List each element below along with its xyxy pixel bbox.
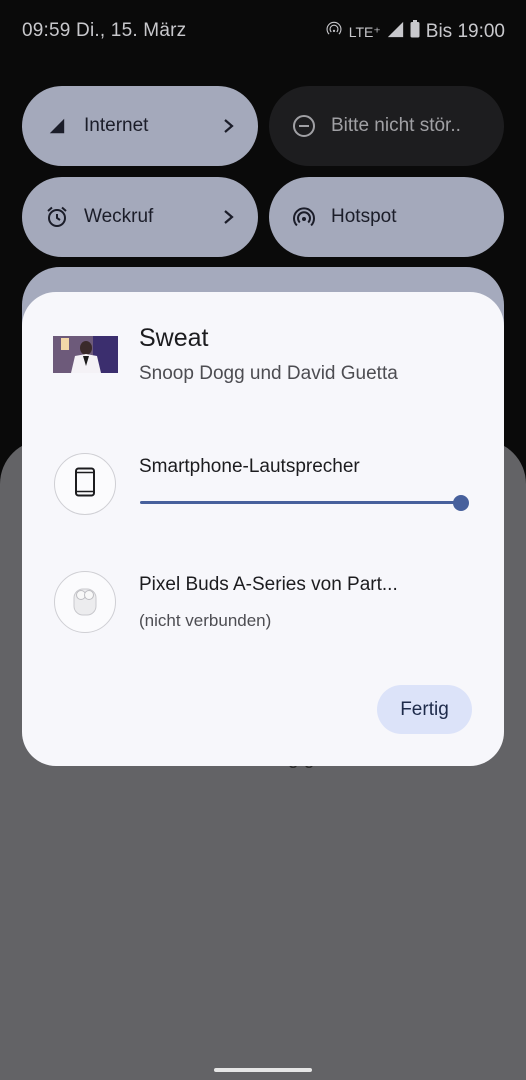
device-icon-container[interactable] — [54, 571, 116, 633]
tile-label: Internet — [84, 115, 149, 136]
battery-text: Bis 19:00 — [425, 21, 505, 42]
status-time-date: 09:59 Di., 15. März — [22, 20, 187, 41]
media-output-dialog: Sweat Snoop Dogg und David Guetta Smartp… — [22, 292, 504, 766]
done-button[interactable]: Fertig — [377, 685, 472, 734]
song-artist: Snoop Dogg und David Guetta — [139, 363, 398, 384]
tile-internet[interactable]: Internet — [22, 86, 258, 166]
battery-icon — [410, 20, 420, 44]
tile-hotspot[interactable]: Hotspot — [269, 177, 504, 257]
tile-label: Hotspot — [331, 206, 397, 227]
tile-do-not-disturb[interactable]: Bitte nicht stör.. — [269, 86, 504, 166]
hotspot-icon — [291, 204, 317, 230]
signal-icon — [387, 21, 404, 44]
hotspot-status-icon — [325, 20, 343, 44]
chevron-right-icon — [222, 205, 236, 235]
song-title: Sweat — [139, 324, 209, 352]
earbuds-icon — [70, 583, 100, 622]
tile-label: Weckruf — [84, 206, 154, 227]
do-not-disturb-icon — [291, 113, 317, 139]
tile-label: Bitte nicht stör.. — [331, 115, 461, 136]
volume-slider-track[interactable] — [140, 501, 462, 504]
chevron-right-icon — [222, 114, 236, 144]
tile-alarm[interactable]: Weckruf — [22, 177, 258, 257]
volume-slider-thumb[interactable] — [453, 495, 469, 511]
device-name-smartphone[interactable]: Smartphone-Lautsprecher — [139, 456, 360, 478]
smartphone-icon — [74, 467, 96, 502]
device-status: (nicht verbunden) — [139, 611, 272, 630]
network-type: LTE⁺ — [348, 23, 381, 40]
device-icon-container[interactable] — [54, 453, 116, 515]
signal-icon — [44, 113, 70, 139]
home-indicator[interactable] — [214, 1068, 312, 1072]
album-art — [53, 336, 118, 373]
device-name-pixel-buds[interactable]: Pixel Buds A-Series von Part... — [139, 574, 398, 596]
status-bar: 09:59 Di., 15. März LTE⁺ Bis 19:00 — [0, 0, 526, 62]
alarm-icon — [44, 204, 70, 230]
status-icons: LTE⁺ Bis 19:00 — [325, 20, 505, 44]
